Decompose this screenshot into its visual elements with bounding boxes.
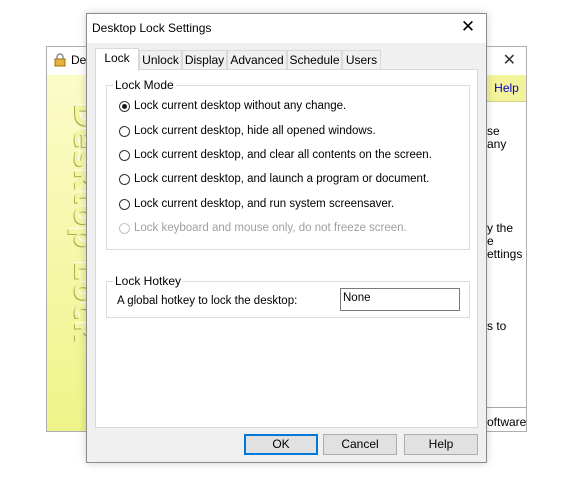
tab-users[interactable]: Users — [342, 50, 381, 70]
radio-label: Lock keyboard and mouse only, do not fre… — [134, 222, 407, 234]
radio-checked-icon[interactable] — [119, 101, 130, 112]
background-help-link[interactable]: Help — [487, 75, 526, 102]
radio-icon[interactable] — [119, 199, 130, 210]
lock-hotkey-label: Lock Hotkey — [113, 274, 184, 288]
radio-label: Lock current desktop without any change. — [134, 100, 347, 112]
radio-label: Lock current desktop, hide all opened wi… — [134, 125, 376, 137]
dialog-title: Desktop Lock Settings — [92, 21, 212, 35]
help-button[interactable]: Help — [404, 434, 478, 455]
radio-icon[interactable] — [119, 174, 130, 185]
radio-label: Lock current desktop, and launch a progr… — [134, 173, 430, 185]
radio-label: Lock current desktop, and run system scr… — [134, 198, 395, 210]
radio-icon[interactable] — [119, 126, 130, 137]
lock-hotkey-group: Lock Hotkey A global hotkey to lock the … — [106, 274, 470, 318]
radio-icon[interactable] — [119, 150, 130, 161]
ok-button[interactable]: OK — [244, 434, 318, 455]
tab-lock[interactable]: Lock — [95, 48, 139, 71]
dialog-titlebar: Desktop Lock Settings ✕ — [87, 14, 486, 43]
settings-dialog: Desktop Lock Settings ✕ Lock Unlock Disp… — [86, 13, 487, 463]
tab-advanced[interactable]: Advanced — [227, 50, 287, 70]
background-text-snippet: e — [487, 234, 494, 248]
lock-tab-panel: Lock Mode Lock current desktop without a… — [95, 69, 478, 428]
hotkey-input[interactable]: None — [340, 288, 460, 311]
background-text-snippet: y the — [487, 221, 514, 235]
hotkey-description: A global hotkey to lock the desktop: — [117, 295, 298, 307]
tab-unlock[interactable]: Unlock — [139, 50, 182, 70]
background-text-snippet: any — [487, 137, 507, 151]
background-close-icon[interactable]: ✕ — [503, 50, 516, 70]
background-text-snippet: s to — [487, 319, 507, 333]
lock-mode-label: Lock Mode — [113, 78, 176, 92]
background-text-snippet: ettings — [487, 247, 523, 261]
radio-disabled-icon — [119, 223, 130, 234]
radio-label: Lock current desktop, and clear all cont… — [134, 149, 432, 161]
lock-mode-group: Lock Mode Lock current desktop without a… — [106, 78, 470, 250]
background-text-snippet: oftware — [487, 415, 527, 429]
app-lock-icon — [53, 53, 67, 67]
background-text-snippet: se — [487, 124, 500, 138]
tab-display[interactable]: Display — [182, 50, 227, 70]
background-divider — [487, 407, 526, 408]
close-icon[interactable]: ✕ — [458, 16, 478, 38]
tab-schedule[interactable]: Schedule — [287, 50, 342, 70]
cancel-button[interactable]: Cancel — [323, 434, 397, 455]
